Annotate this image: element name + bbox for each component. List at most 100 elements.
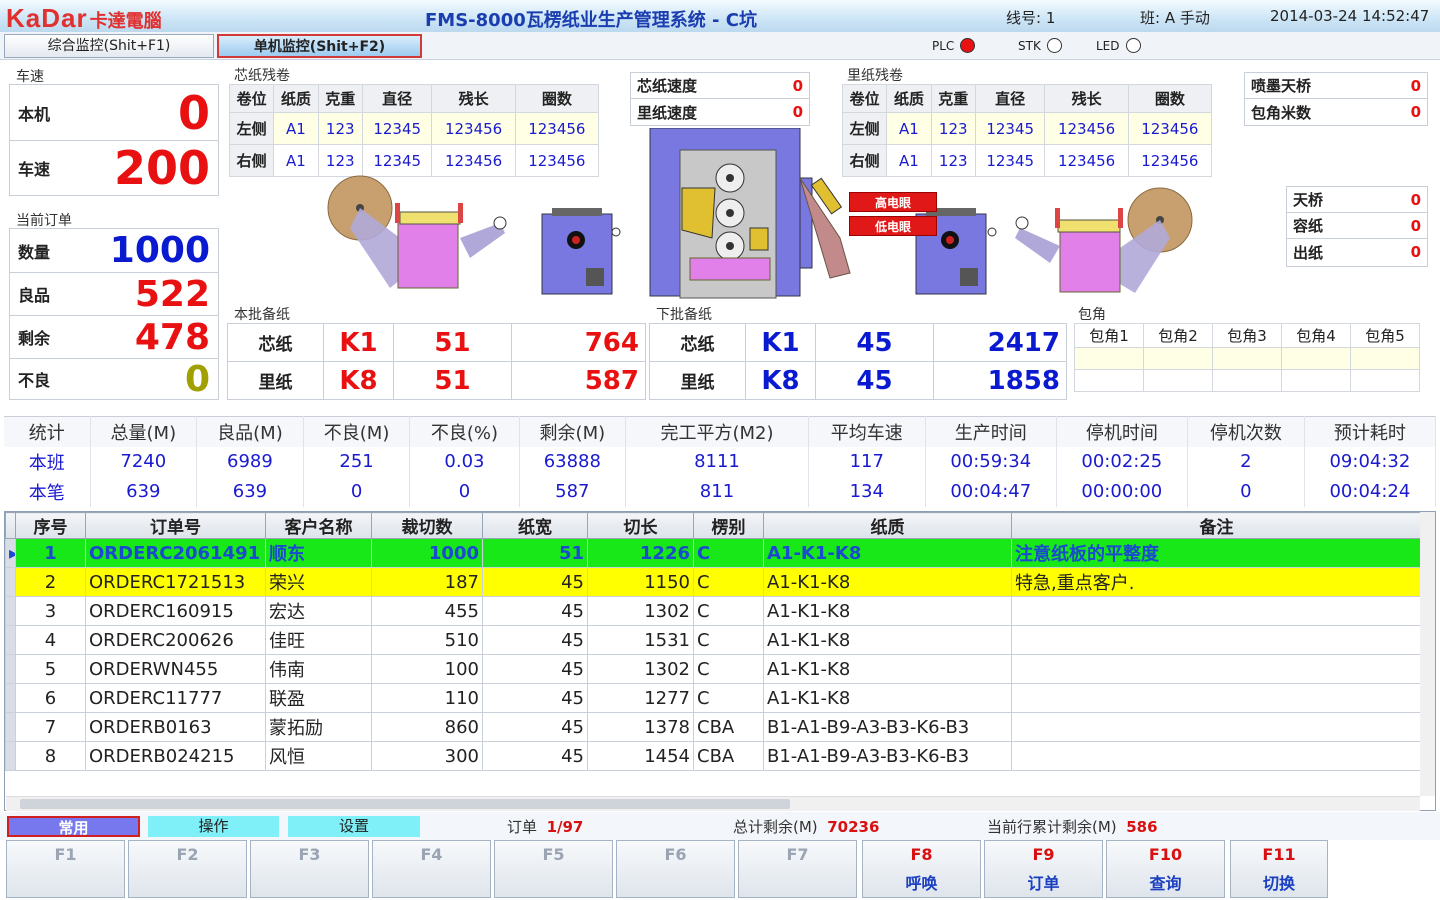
cell: 里纸 — [227, 361, 324, 400]
machine-row: 本机 0 — [10, 85, 218, 141]
bridge-panel: 天桥 0 容纸 0 出纸 0 — [1286, 186, 1428, 267]
cell: 45 — [815, 323, 934, 362]
grid-cell: 51 — [482, 538, 588, 568]
function-key-label: 查询 — [1149, 874, 1182, 893]
grid-cell: 3 — [15, 596, 86, 626]
grid-cell: A1-K1-K8 — [763, 538, 1012, 568]
grid-col-header[interactable]: 纸宽 — [482, 512, 588, 539]
row-selector[interactable] — [5, 596, 16, 626]
grid-cell: 110 — [371, 683, 483, 713]
grid-cell: 510 — [371, 625, 483, 655]
stats-header: 统计 — [4, 416, 91, 447]
grid-cell: 特急,重点客户. — [1011, 567, 1422, 597]
grid-col-header[interactable]: 序号 — [15, 512, 86, 539]
grid-col-header[interactable]: 客户名称 — [265, 512, 372, 539]
grid-col-header[interactable]: 纸质 — [763, 512, 1012, 539]
mode-tab-common[interactable]: 常用 — [7, 816, 140, 837]
scroll-thumb[interactable] — [20, 799, 790, 809]
function-key-code: F11 — [1262, 845, 1296, 864]
grid-col-header[interactable]: 切长 — [587, 512, 694, 539]
table-row[interactable]: 6 ORDERC11777 联盈 110 45 1277 C A1-K1-K8 — [5, 683, 1422, 713]
function-key-code: F4 — [420, 845, 443, 864]
col-header: 残长 — [431, 84, 516, 113]
table-row[interactable]: 3 ORDERC160915 宏达 455 45 1302 C A1-K1-K8 — [5, 596, 1422, 626]
function-key-f7[interactable]: F7 — [738, 840, 857, 898]
stk-led-icon — [1046, 38, 1062, 53]
order-grid[interactable]: 序号订单号客户名称裁切数纸宽切长楞别纸质备注 ▸1ORDERC2061491顺东… — [4, 511, 1436, 811]
grid-cell — [1011, 654, 1422, 684]
mode-tab-operate[interactable]: 操作 — [148, 816, 279, 837]
col-header: 卷位 — [841, 84, 888, 113]
row-selector[interactable] — [5, 712, 16, 742]
grid-col-header[interactable]: 订单号 — [85, 512, 266, 539]
row-selector[interactable] — [5, 654, 16, 684]
next-batch-title: 下批备纸 — [656, 307, 712, 323]
row-selector[interactable] — [5, 567, 16, 597]
cell — [1350, 347, 1420, 370]
function-key-f5[interactable]: F5 — [494, 840, 613, 898]
grid-cell: 860 — [371, 712, 483, 742]
function-key-f1[interactable]: F1 — [6, 840, 125, 898]
function-key-code: F6 — [664, 845, 687, 864]
stats-cell: 2 — [1187, 446, 1305, 477]
low-eye-alarm: 低电眼 — [849, 216, 937, 236]
grid-cell: 联盈 — [265, 683, 372, 713]
core-speed-label: 芯纸速度 — [637, 77, 698, 95]
row-selector[interactable] — [5, 683, 16, 713]
function-key-f9[interactable]: F9 订单 — [984, 840, 1103, 898]
table-row[interactable]: 8 ORDERB024215 风恒 300 45 1454 CBA B1-A1-B9-A3-B… — [5, 741, 1422, 771]
cell — [1074, 347, 1144, 370]
stats-cell: 8111 — [625, 446, 809, 477]
speed-panel: 本机 0 车速 200 — [9, 84, 219, 196]
grid-cell: 45 — [482, 654, 588, 684]
mode-tab-settings[interactable]: 设置 — [288, 816, 420, 837]
grid-cell: 5 — [15, 654, 86, 684]
function-key-f6[interactable]: F6 — [616, 840, 735, 898]
grid-cell: 300 — [371, 741, 483, 771]
row-selector[interactable] — [5, 625, 16, 655]
horizontal-scrollbar[interactable] — [6, 796, 1420, 811]
grid-col-header[interactable]: 楞别 — [693, 512, 764, 539]
grid-cell: 45 — [482, 683, 588, 713]
table-row[interactable]: 5 ORDERWN455 伟南 100 45 1302 C A1-K1-K8 — [5, 654, 1422, 684]
function-key-code: F1 — [54, 845, 77, 864]
table-row[interactable]: ▸1ORDERC2061491顺东1000511226CA1-K1-K8注意纸板… — [5, 538, 1422, 568]
function-key-code: F7 — [786, 845, 809, 864]
tab-overall-monitor[interactable]: 综合监控(Shit+F1) — [4, 34, 214, 58]
tab-single-monitor[interactable]: 单机监控(Shit+F2) — [217, 34, 422, 58]
grid-col-header[interactable]: 裁切数 — [371, 512, 483, 539]
grid-col-header[interactable]: 备注 — [1011, 512, 1422, 539]
function-key-f3[interactable]: F3 — [250, 840, 369, 898]
function-key-f11[interactable]: F11 切换 — [1230, 840, 1328, 898]
core-speed-value: 0 — [792, 76, 803, 95]
grid-cell: 45 — [482, 596, 588, 626]
grid-cell: 45 — [482, 712, 588, 742]
row-selector[interactable] — [5, 741, 16, 771]
left-reel-stand — [327, 175, 507, 289]
grid-cell: 100 — [371, 654, 483, 684]
stats-row: 本笔 639 639 0 0 587 811 134 00:04:47 00:00:00 0 00:0… — [4, 476, 1437, 507]
function-key-label: 呼唤 — [905, 874, 938, 893]
vertical-scrollbar[interactable] — [1420, 512, 1435, 796]
table-row[interactable]: 2 ORDERC1721513 荣兴 187 45 1150 C A1-K1-K8 特急,重点客… — [5, 567, 1422, 597]
this-batch-table: 芯纸 K1 51 764 里纸 K8 51 587 — [227, 323, 646, 400]
table-row[interactable]: 4 ORDERC200626 佳旺 510 45 1531 C A1-K1-K8 — [5, 625, 1422, 655]
total-remaining: 总计剩余(M) 70236 — [733, 816, 879, 837]
grid-cell: A1-K1-K8 — [763, 567, 1012, 597]
row-selector[interactable]: ▸ — [5, 538, 16, 568]
cell: 764 — [511, 323, 646, 362]
grid-cell: A1-K1-K8 — [763, 654, 1012, 684]
out-value: 0 — [1410, 243, 1421, 261]
stats-header: 总量(M) — [90, 416, 198, 447]
stats-cell: 117 — [808, 446, 926, 477]
table-row[interactable]: 7 ORDERB0163 蒙拓励 860 45 1378 CBA B1-A1-B9-A3-B3… — [5, 712, 1422, 742]
stats-cell: 639 — [90, 476, 198, 507]
function-key-f10[interactable]: F10 查询 — [1106, 840, 1225, 898]
function-key-f4[interactable]: F4 — [372, 840, 491, 898]
cell: A1 — [273, 144, 319, 177]
function-key-f2[interactable]: F2 — [128, 840, 247, 898]
function-key-f8[interactable]: F8 呼唤 — [862, 840, 981, 898]
grid-cell: ORDERB0163 — [85, 712, 266, 742]
order-count-label: 订单 — [507, 818, 538, 836]
ink-row: 喷墨天桥 0 — [1245, 73, 1427, 99]
